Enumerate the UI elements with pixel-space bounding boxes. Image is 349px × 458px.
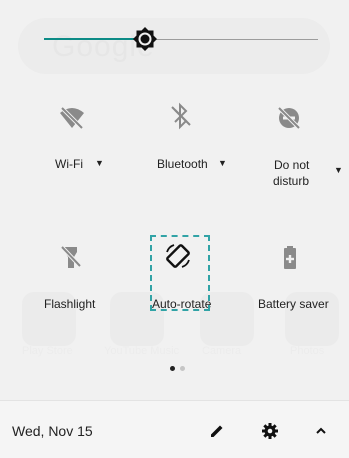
battery-saver-icon[interactable] [276,243,304,271]
background-app-label: Camera [202,345,242,357]
background-app-label: YouTube Music [104,345,180,357]
background-app-label: Photos [290,345,325,357]
tile-label-wifi: Wi-Fi [55,157,83,171]
date-label: Wed, Nov 15 [12,423,93,439]
highlight-box [150,235,210,311]
quick-settings-footer: Wed, Nov 15 [0,400,349,458]
tile-label-flashlight: Flashlight [44,297,96,311]
bluetooth-off-icon[interactable] [167,102,195,130]
wifi-dropdown-icon[interactable]: ▼ [95,158,104,168]
tile-label-dnd-line2: disturb [273,174,310,188]
wifi-off-icon[interactable] [58,104,86,132]
brightness-slider[interactable] [44,27,318,51]
tile-label-battery-saver: Battery saver [258,297,329,311]
chevron-up-icon[interactable] [309,419,333,443]
flashlight-off-icon[interactable] [57,243,85,271]
background-app-label: Play Store [22,345,73,357]
tile-label-bluetooth: Bluetooth [157,157,208,171]
bluetooth-dropdown-icon[interactable]: ▼ [218,158,227,168]
gear-icon[interactable] [258,419,282,443]
brightness-icon[interactable] [130,24,160,54]
tile-label-dnd-line1: Do not [274,158,310,172]
page-dot-active [170,366,175,371]
do-not-disturb-icon[interactable] [275,104,303,132]
edit-icon[interactable] [205,419,229,443]
dnd-dropdown-icon[interactable]: ▼ [334,165,343,175]
page-dot [180,366,185,371]
